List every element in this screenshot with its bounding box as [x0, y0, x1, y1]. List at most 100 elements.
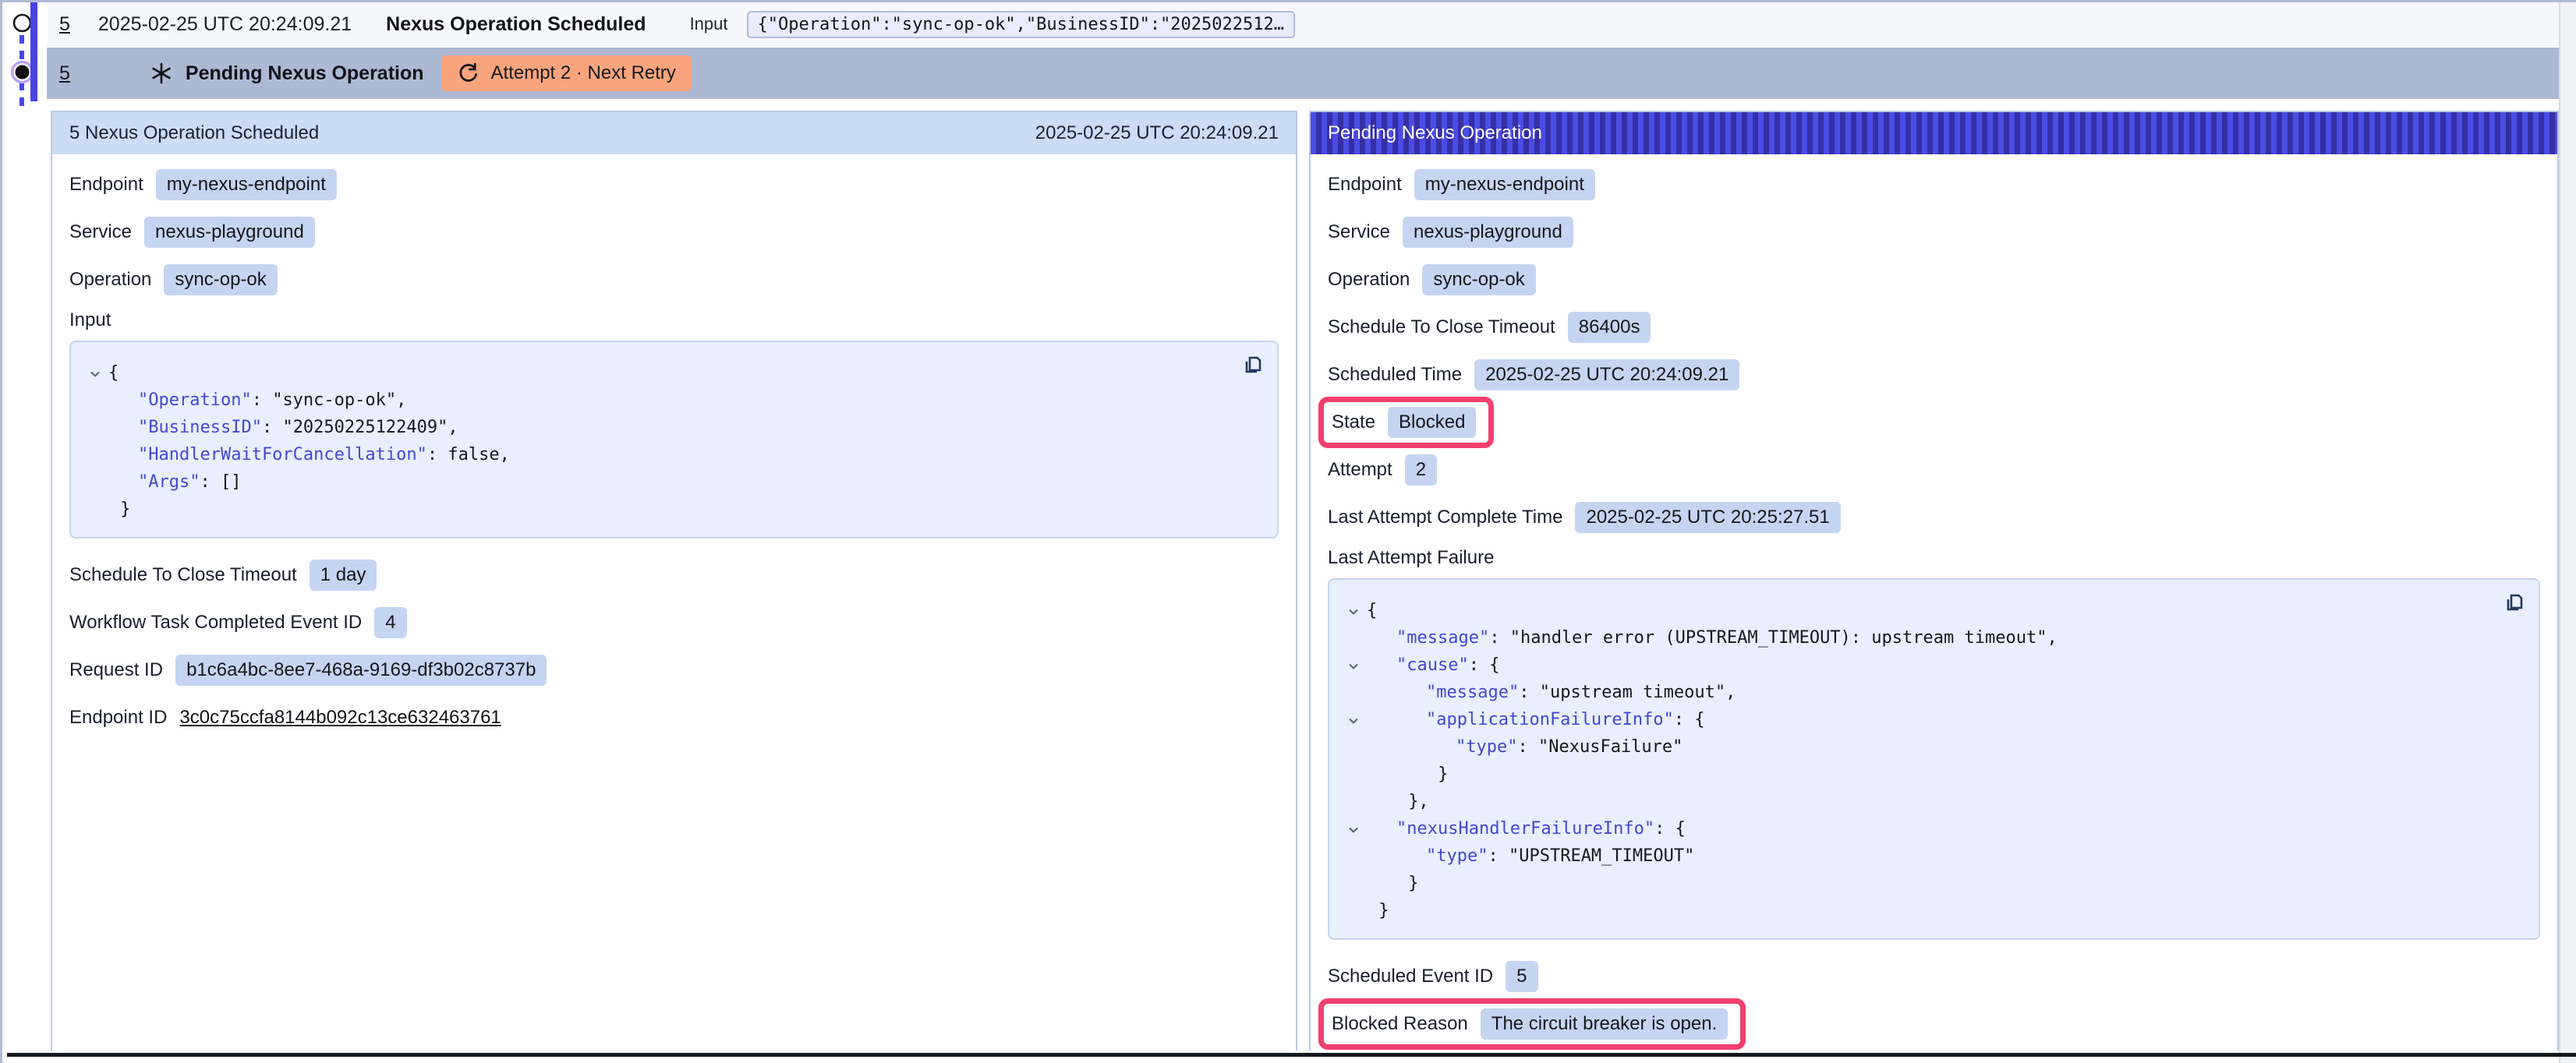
collapse-chevron-icon[interactable] [1340, 652, 1367, 679]
detail-row-service: Servicenexus-playground [1328, 214, 2540, 250]
json-line-content: "applicationFailureInfo": { [1367, 706, 1705, 733]
pending-operation-panel: Pending Nexus Operation Endpointmy-nexus… [1309, 111, 2559, 1051]
json-text: { [108, 363, 119, 383]
pending-operation-body: Endpointmy-nexus-endpointServicenexus-pl… [1311, 154, 2557, 1042]
retry-badge-label: Attempt 2 · Next Retry [491, 62, 676, 84]
event-detail-body: Endpointmy-nexus-endpointServicenexus-pl… [52, 154, 1296, 736]
event-input-preview-chip[interactable]: {"Operation":"sync-op-ok","BusinessID":"… [747, 11, 1296, 38]
event-id-link[interactable]: 5 [59, 13, 70, 36]
detail-label: Endpoint [1328, 174, 1402, 196]
json-line: "message": "upstream timeout", [1340, 679, 2521, 706]
pending-operation-header: Pending Nexus Operation [1311, 112, 2557, 154]
detail-value-chip: nexus-playground [144, 217, 315, 248]
json-text: : "20250225122409", [262, 418, 458, 437]
json-line-content: "message": "upstream timeout", [1367, 679, 1736, 706]
detail-label: Endpoint ID [69, 707, 167, 729]
chevron-spacer [82, 414, 108, 441]
json-text: : "UPSTREAM_TIMEOUT" [1488, 846, 1694, 866]
retry-status-badge: Attempt 2 · Next Retry [441, 55, 692, 91]
json-line: "message": "handler error (UPSTREAM_TIME… [1340, 624, 2521, 652]
json-line: "cause": { [1340, 652, 2521, 679]
json-line-content: { [1367, 597, 1377, 624]
json-line-content: "BusinessID": "20250225122409", [108, 414, 458, 441]
json-line: "type": "UPSTREAM_TIMEOUT" [1340, 842, 2521, 870]
json-line: } [82, 496, 1260, 523]
event-row-pending-nexus-operation[interactable]: 5 Pending Nexus Operation Attempt 2 · Ne… [47, 48, 2559, 99]
json-key: "applicationFailureInfo" [1426, 710, 1674, 729]
chevron-spacer [1340, 679, 1367, 706]
detail-value-chip: 1 day [310, 560, 377, 591]
json-text: } [1378, 901, 1389, 920]
event-id-link[interactable]: 5 [59, 62, 70, 85]
json-text: : "handler error (UPSTREAM_TIMEOUT): ups… [1489, 628, 2057, 648]
detail-row-workflow-task-completed-event-id: Workflow Task Completed Event ID4 [69, 605, 1279, 641]
retry-icon [457, 62, 480, 85]
copy-icon[interactable] [2503, 591, 2526, 616]
detail-label-last-attempt-failure: Last Attempt Failure [1328, 547, 2540, 569]
detail-label: Blocked Reason [1332, 1013, 1468, 1035]
detail-value-chip: 2 [1405, 454, 1437, 486]
json-line: "nexusHandlerFailureInfo": { [1340, 815, 2521, 842]
detail-value-chip: 2025-02-25 UTC 20:25:27.51 [1575, 502, 1840, 533]
chevron-spacer [82, 441, 108, 468]
json-line-content: } [108, 496, 130, 523]
json-line-content: "Operation": "sync-op-ok", [108, 387, 406, 414]
json-key: "type" [1426, 846, 1488, 866]
json-key: "nexusHandlerFailureInfo" [1396, 819, 1654, 839]
collapse-chevron-icon[interactable] [1340, 597, 1367, 624]
detail-label: State [1332, 411, 1375, 433]
detail-value-chip: nexus-playground [1403, 217, 1573, 248]
json-line: } [1340, 897, 2521, 924]
json-viewer: {"message": "handler error (UPSTREAM_TIM… [1328, 578, 2540, 940]
selected-event-indicator-bar [30, 2, 37, 101]
detail-row-last-attempt-complete-time: Last Attempt Complete Time2025-02-25 UTC… [1328, 500, 2540, 535]
json-key: "message" [1426, 683, 1519, 702]
detail-value-chip: sync-op-ok [1422, 264, 1535, 295]
json-line-content: "cause": { [1367, 652, 1499, 679]
scrollbar-track[interactable] [2559, 2, 2576, 1063]
detail-value-chip: The circuit breaker is open. [1481, 1008, 1728, 1040]
json-line: { [1340, 597, 2521, 624]
detail-value-link[interactable]: 3c0c75ccfa8144b092c13ce632463761 [179, 707, 501, 729]
detail-label-input: Input [69, 309, 1279, 331]
json-key: "cause" [1396, 655, 1469, 675]
event-detail-panel: 5 Nexus Operation Scheduled 2025-02-25 U… [51, 111, 1297, 1051]
json-text: : { [1674, 710, 1705, 729]
chevron-spacer [1340, 897, 1367, 924]
event-detail-header: 5 Nexus Operation Scheduled 2025-02-25 U… [52, 112, 1296, 154]
json-line: "BusinessID": "20250225122409", [82, 414, 1260, 441]
detail-value-chip: Blocked [1388, 407, 1476, 438]
chevron-spacer [1340, 870, 1367, 897]
json-text: { [1367, 601, 1377, 620]
detail-label: Operation [1328, 269, 1410, 291]
detail-label: Operation [69, 269, 151, 291]
detail-value-chip: 4 [374, 607, 406, 638]
event-detail-title: 5 Nexus Operation Scheduled [69, 122, 319, 144]
json-key: "type" [1456, 737, 1517, 757]
event-input-label: Input [690, 14, 728, 34]
chevron-spacer [1340, 788, 1367, 815]
collapse-chevron-icon[interactable] [1340, 706, 1367, 733]
collapse-chevron-icon[interactable] [82, 359, 108, 387]
detail-row-endpoint-id: Endpoint ID 3c0c75ccfa8144b092c13ce632463… [69, 700, 1279, 736]
detail-row-endpoint: Endpointmy-nexus-endpoint [69, 167, 1279, 203]
detail-label: Scheduled Time [1328, 364, 1462, 386]
json-line: }, [1340, 788, 2521, 815]
json-line-content: "Args": [] [108, 468, 241, 496]
json-key: "Args" [138, 472, 200, 492]
json-key: "BusinessID" [138, 418, 262, 437]
event-row-nexus-operation-scheduled[interactable]: 5 2025-02-25 UTC 20:24:09.21 Nexus Opera… [47, 2, 2559, 46]
event-title: Nexus Operation Scheduled [386, 13, 646, 36]
detail-row-blocked-reason: Blocked Reason The circuit breaker is ope… [1328, 1006, 2540, 1042]
copy-icon[interactable] [1241, 353, 1265, 379]
json-text: } [120, 500, 130, 519]
detail-label: Schedule To Close Timeout [1328, 316, 1555, 338]
detail-label: Attempt [1328, 459, 1392, 481]
json-line: "HandlerWaitForCancellation": false, [82, 441, 1260, 468]
json-line-content: "HandlerWaitForCancellation": false, [108, 441, 510, 468]
collapse-chevron-icon[interactable] [1340, 815, 1367, 842]
json-key: "HandlerWaitForCancellation" [138, 445, 427, 464]
detail-value-chip: 5 [1506, 961, 1537, 992]
chevron-spacer [1340, 761, 1367, 788]
json-text: } [1438, 765, 1448, 784]
